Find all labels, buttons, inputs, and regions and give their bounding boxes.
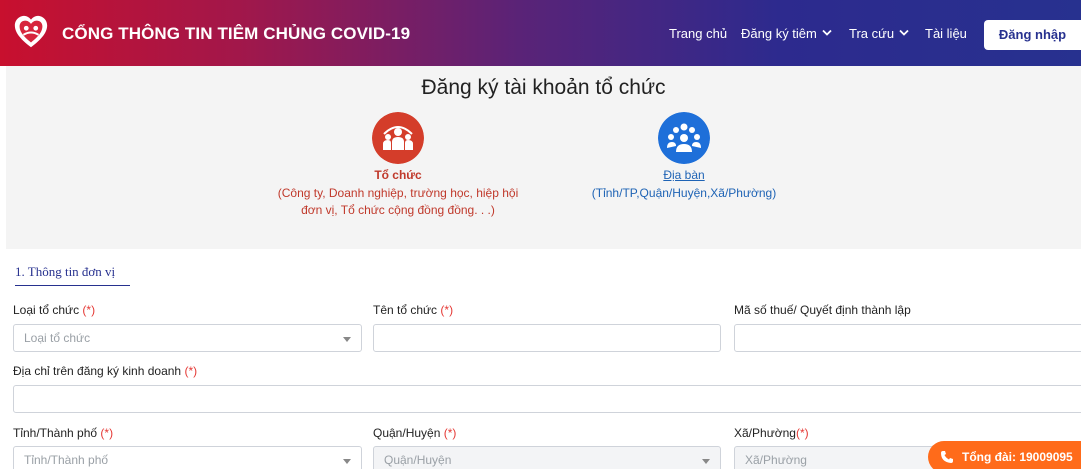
required-mark: (*) (82, 303, 96, 317)
option-organization[interactable]: Tổ chức (Công ty, Doanh nghiệp, trường h… (258, 112, 538, 219)
org-name-input[interactable] (373, 324, 721, 352)
required-mark: (*) (100, 426, 114, 440)
hotline-button[interactable]: Tổng đài: 19009095 (928, 441, 1081, 469)
org-type-select[interactable]: Loại tổ chức (13, 324, 362, 352)
address-label-text: Địa chỉ trên đăng ký kinh doanh (13, 364, 182, 378)
org-type-placeholder: Loại tổ chức (24, 331, 91, 345)
province-label: Tỉnh/Thành phố (*) (13, 426, 113, 440)
address-input[interactable] (13, 385, 1081, 413)
required-mark: (*) (184, 364, 198, 378)
page-title: Đăng ký tài khoản tổ chức (421, 76, 666, 99)
org-type-label: Loại tổ chức (*) (13, 303, 95, 317)
nav-lookup-label: Tra cứu (849, 26, 895, 41)
caret-down-icon (343, 337, 351, 342)
org-type-label-text: Loại tổ chức (13, 303, 80, 317)
option-area-desc: (Tỉnh/TP,Quận/Huyện,Xã/Phường) (544, 185, 824, 202)
caret-down-icon (343, 459, 351, 464)
province-label-text: Tỉnh/Thành phố (13, 426, 98, 440)
nav-documents-label: Tài liệu (925, 26, 967, 41)
nav-documents[interactable]: Tài liệu (925, 26, 967, 41)
ward-label-text: Xã/Phường (734, 426, 796, 440)
section-title-unit-info: 1. Thông tin đơn vị (15, 264, 131, 286)
ward-placeholder: Xã/Phường (745, 453, 807, 467)
tax-code-label: Mã số thuế/ Quyết định thành lập (734, 303, 911, 317)
heart-shield-logo-icon[interactable] (12, 13, 50, 51)
nav-register-label: Đăng ký tiêm (741, 26, 817, 41)
district-label-text: Quận/Huyện (373, 426, 441, 440)
top-header: CỔNG THÔNG TIN TIÊM CHỦNG COVID-19 Trang… (0, 0, 1081, 66)
required-mark: (*) (795, 426, 809, 440)
option-organization-desc-line2: đơn vị, Tổ chức cộng đồng đồng. . .) (301, 203, 495, 217)
organization-icon (372, 112, 424, 164)
chevron-down-icon (822, 29, 832, 36)
caret-down-icon (702, 459, 710, 464)
district-placeholder: Quận/Huyện (384, 453, 452, 467)
community-icon (658, 112, 710, 164)
nav-home[interactable]: Trang chủ (669, 26, 727, 41)
nav-register-vaccination[interactable]: Đăng ký tiêm (741, 26, 832, 41)
hotline-label: Tổng đài: 19009095 (962, 450, 1073, 464)
option-area-desc-line1: (Tỉnh/TP,Quận/Huyện,Xã/Phường) (591, 186, 777, 200)
login-button[interactable]: Đăng nhập (984, 20, 1081, 50)
option-area[interactable]: Địa bàn (Tỉnh/TP,Quận/Huyện,Xã/Phường) (544, 112, 824, 202)
district-label: Quận/Huyện (*) (373, 426, 456, 440)
required-mark: (*) (443, 426, 457, 440)
option-organization-desc: (Công ty, Doanh nghiệp, trường học, hiệp… (258, 185, 538, 219)
option-area-name: Địa bàn (663, 168, 705, 182)
province-select[interactable]: Tỉnh/Thành phố (13, 446, 362, 469)
district-select[interactable]: Quận/Huyện (373, 446, 721, 469)
chevron-down-icon (899, 29, 909, 36)
address-label: Địa chỉ trên đăng ký kinh doanh (*) (13, 364, 197, 378)
ward-label: Xã/Phường(*) (734, 426, 809, 440)
org-name-label-text: Tên tổ chức (373, 303, 438, 317)
option-organization-name: Tổ chức (374, 168, 422, 182)
account-type-section: Đăng ký tài khoản tổ chức Tổ chức (Công … (6, 66, 1081, 249)
nav-lookup[interactable]: Tra cứu (849, 26, 909, 41)
site-title[interactable]: CỔNG THÔNG TIN TIÊM CHỦNG COVID-19 (62, 24, 410, 44)
required-mark: (*) (440, 303, 454, 317)
nav-home-label: Trang chủ (669, 26, 728, 41)
phone-icon (941, 451, 953, 463)
tax-code-input[interactable] (734, 324, 1081, 352)
org-name-label: Tên tổ chức (*) (373, 303, 453, 317)
option-organization-desc-line1: (Công ty, Doanh nghiệp, trường học, hiệp… (277, 186, 519, 200)
province-placeholder: Tỉnh/Thành phố (24, 453, 109, 467)
